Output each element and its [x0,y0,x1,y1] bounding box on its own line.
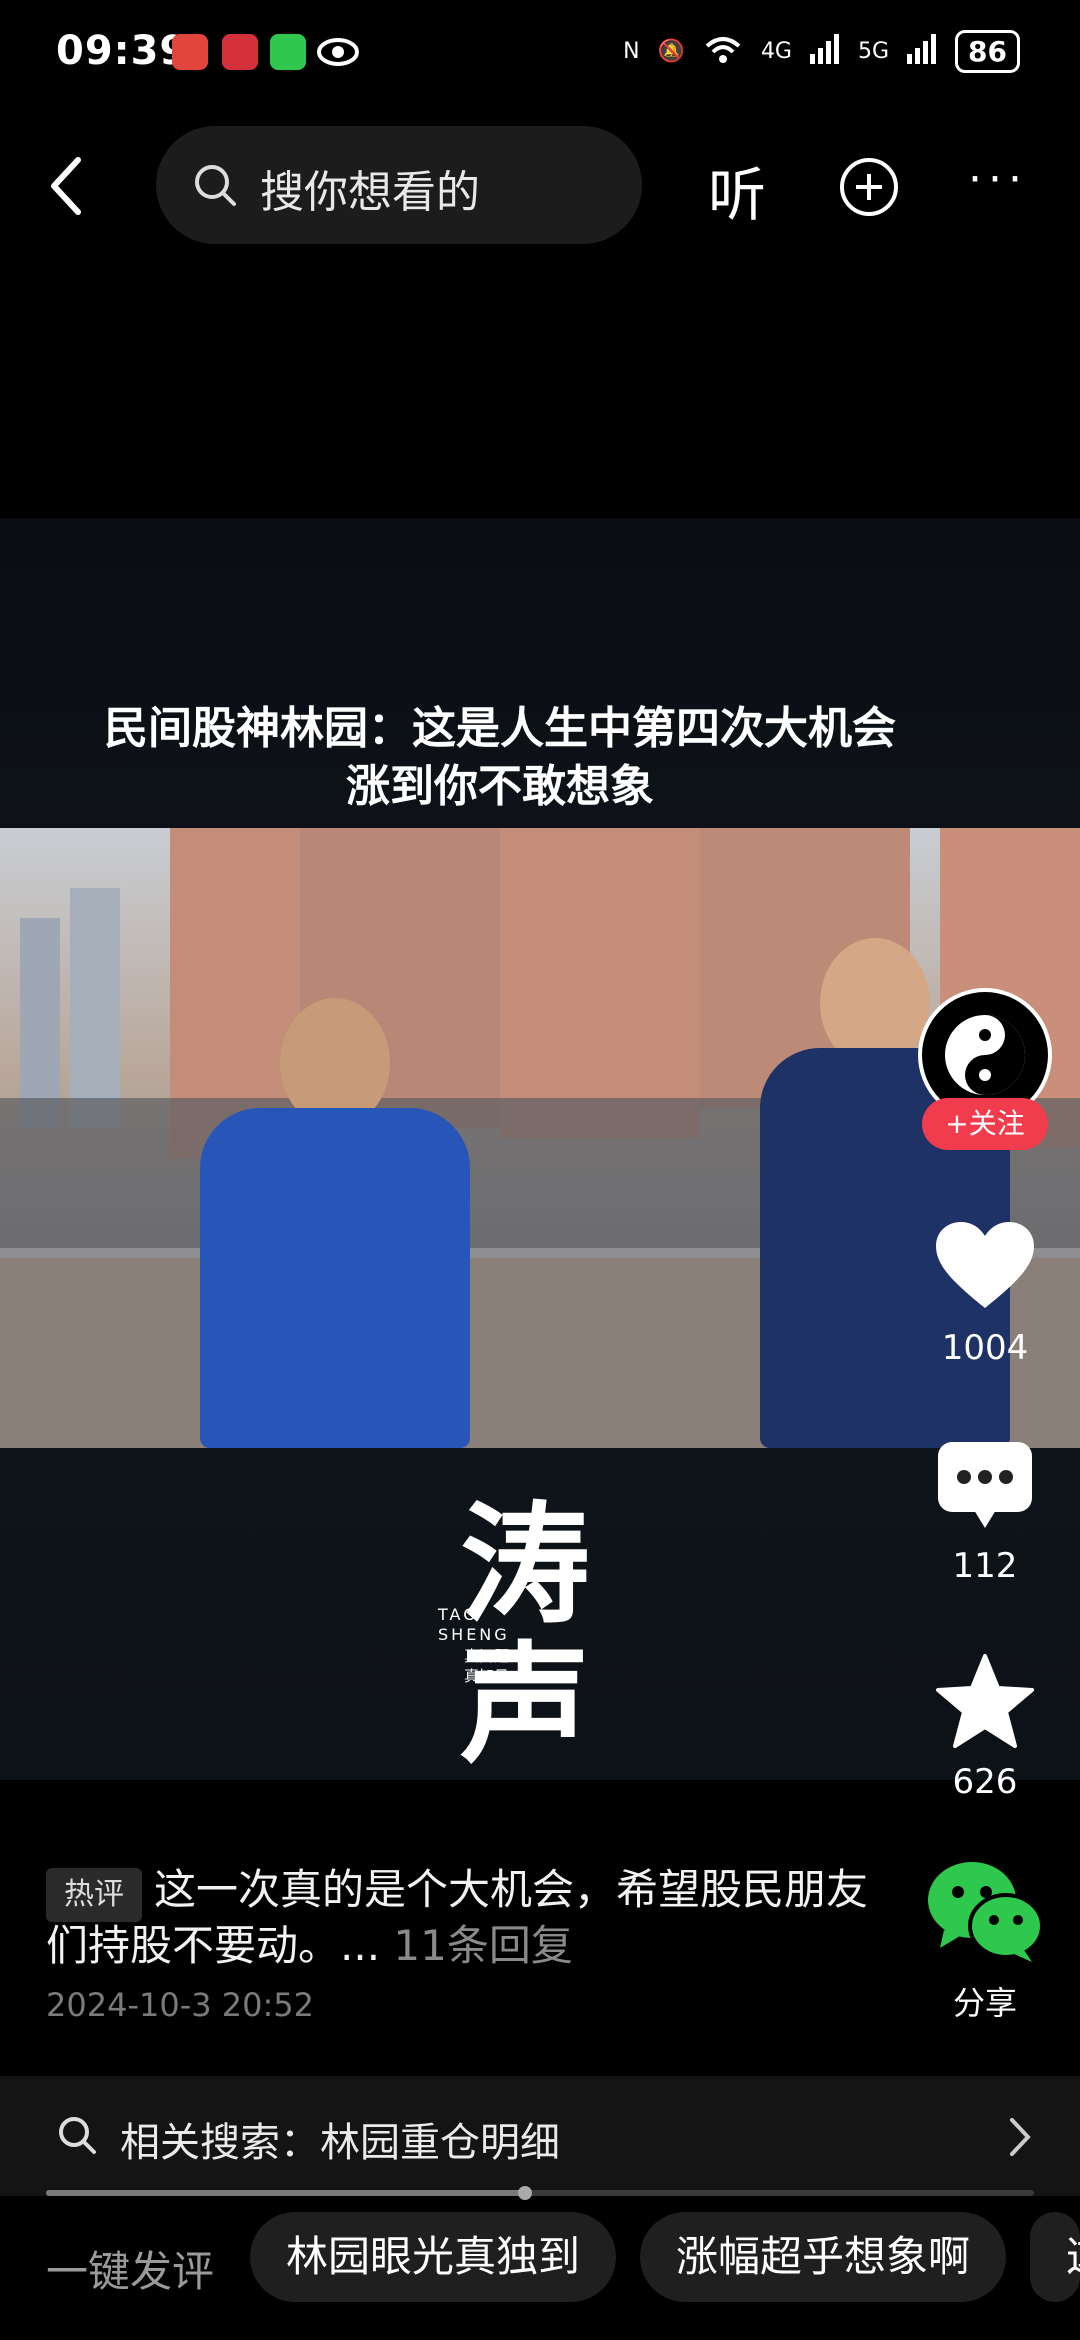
add-button[interactable] [840,158,898,216]
quick-comment-label: 一键发评 [46,2247,215,2296]
status-bar: 09:39 N 🔕 4G 5G 86 [0,0,1080,110]
like-heart-icon[interactable] [930,1216,1040,1316]
nfc-icon: N [623,39,640,64]
related-search-bar[interactable]: 相关搜索：林园重仓明细 [0,2076,1080,2196]
like-count: 1004 [941,1328,1029,1368]
quick-comment-chip[interactable]: 这 [1030,2212,1080,2302]
search-icon [195,165,236,206]
logo-sub-tao: TAO [438,1605,479,1624]
more-options-button[interactable]: ··· [968,158,1028,202]
video-title-line2: 涨到你不敢想象 [346,761,654,812]
favorite-star-icon[interactable] [930,1652,1040,1752]
share-label: 分享 [952,1984,1017,2022]
status-time: 09:39 [56,28,189,74]
logo-sub-question: 真问题 [464,1647,510,1665]
comment-count: 112 [952,1546,1018,1586]
hot-comment[interactable]: 这一次真的是个大机会，希望股民朋友们持股不要动。... 11条回复 [46,1862,876,1974]
quick-comment-chip[interactable]: 涨幅超乎想象啊 [640,2212,1007,2302]
follow-button[interactable]: +关注 [922,1098,1048,1150]
favorite-count: 626 [952,1762,1018,1802]
signal-bars-icon [907,33,937,70]
logo-sub-insight: 真知见 [464,1667,510,1685]
progress-knob[interactable] [518,2186,533,2200]
video-title: 民间股神林园：这是人生中第四次大机会 涨到你不敢想象 [0,700,1000,816]
program-logo: 涛声 TAO SHENG 真问题 真知见 [438,1495,640,1775]
related-search-text: 相关搜索：林园重仓明细 [120,2120,560,2166]
video-progress-bar[interactable] [46,2186,1034,2200]
eye-icon [317,38,359,66]
mute-icon: 🔕 [657,39,685,64]
status-indicators: N 🔕 4G 5G 86 [623,30,1020,73]
quick-comment-chip[interactable]: 林园眼光真独到 [250,2212,617,2302]
signal-4g-label: 4G [760,39,792,64]
plus-icon [856,174,882,200]
chevron-right-icon [1010,2118,1031,2156]
signal-bars-icon [809,33,840,70]
comment-date: 2024-10-3 20:52 [46,1986,314,2024]
comment-bubble-icon[interactable] [930,1436,1040,1536]
listen-button[interactable]: 听 [708,148,766,232]
signal-5g-label: 5G [857,39,890,64]
back-arrow-icon[interactable] [40,150,100,222]
video-title-line1: 民间股神林园：这是人生中第四次大机会 [104,703,896,754]
search-bar[interactable]: 搜你想看的 [156,126,642,244]
wechat-notification-icon [270,34,306,70]
search-icon [59,2117,96,2154]
battery-indicator: 86 [955,30,1020,73]
progress-fill [46,2190,526,2196]
app-notification-icon [222,34,258,70]
reply-count-link[interactable]: 11条回复 [393,1921,572,1970]
logo-sub-sheng: SHENG [438,1625,510,1644]
interviewee-figure [200,998,470,1448]
search-placeholder: 搜你想看的 [260,167,480,218]
wechat-share-icon[interactable] [924,1856,1044,1966]
missed-call-icon [172,34,208,70]
wifi-icon [703,34,743,70]
